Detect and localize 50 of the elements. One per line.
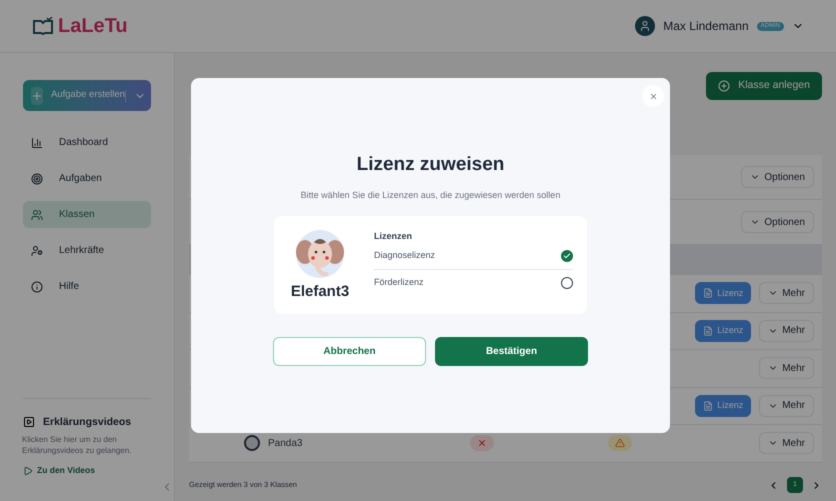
license-label: Förderlizenz — [374, 276, 424, 289]
user-name: Max Lindemann — [663, 18, 749, 35]
person-icon — [31, 244, 43, 256]
elephant-avatar-drawing — [296, 230, 344, 278]
check-icon — [563, 252, 571, 260]
radio-button[interactable] — [561, 276, 573, 288]
more-button[interactable]: Mehr — [759, 394, 814, 417]
cancel-button[interactable]: Abbrechen — [273, 337, 426, 366]
plus-icon — [31, 90, 43, 102]
panda-avatar-icon — [244, 435, 260, 452]
play-icon — [23, 466, 33, 476]
video-icon — [23, 416, 35, 428]
videos-description: Klicken Sie hier um zu den Erklärungsvideos zu gelangen. — [22, 434, 132, 456]
dialog-subtitle: Bitte wählen Sie die Lizenzen aus, die zugewiesen werden sollen — [300, 188, 560, 202]
nav-item[interactable]: Klassen — [23, 201, 151, 228]
info-icon — [31, 280, 43, 292]
warning-status-icon — [608, 435, 632, 452]
cross-status-icon — [470, 435, 494, 452]
confirm-button[interactable]: Bestätigen — [435, 337, 588, 366]
videos-title: Erklärungsvideos — [43, 414, 132, 430]
document-icon — [703, 326, 714, 336]
nav-item[interactable]: Dashboard — [23, 129, 151, 156]
nav-item[interactable]: Lehrkräfte — [23, 237, 151, 264]
nav-item[interactable]: Aufgaben — [23, 165, 151, 192]
user-avatar-icon — [635, 16, 656, 36]
student-name: Elefant3 — [290, 282, 350, 302]
student-name: Panda3 — [268, 436, 302, 451]
more-button[interactable]: Optionen — [741, 166, 814, 188]
close-icon — [648, 92, 658, 100]
dialog-title: Lizenz zuweisen — [356, 153, 504, 177]
book-icon — [32, 17, 54, 35]
license-label: Diagnoselizenz — [374, 249, 436, 262]
document-icon — [703, 400, 714, 411]
plus-circle-icon — [718, 80, 730, 92]
chart-icon — [31, 136, 43, 148]
licenses-heading: Lizenzen — [374, 230, 414, 243]
more-button[interactable]: Optionen — [741, 211, 814, 233]
more-button[interactable]: Mehr — [759, 357, 814, 380]
logo-text: LaLeTu — [58, 14, 128, 39]
videos-link[interactable]: Zu den Videos — [23, 464, 151, 477]
checked-radio[interactable] — [561, 250, 573, 262]
more-button[interactable]: Mehr — [759, 282, 814, 304]
target-icon — [31, 172, 43, 184]
create-task-label: Aufgabe erstellen — [51, 88, 125, 102]
group-icon — [31, 208, 43, 220]
add-class-button[interactable]: Klasse anlegen — [706, 72, 822, 100]
more-button[interactable]: Mehr — [759, 320, 814, 342]
nav-item[interactable]: Hilfe — [23, 273, 151, 300]
document-icon — [703, 288, 714, 298]
more-button[interactable]: Mehr — [759, 432, 814, 454]
